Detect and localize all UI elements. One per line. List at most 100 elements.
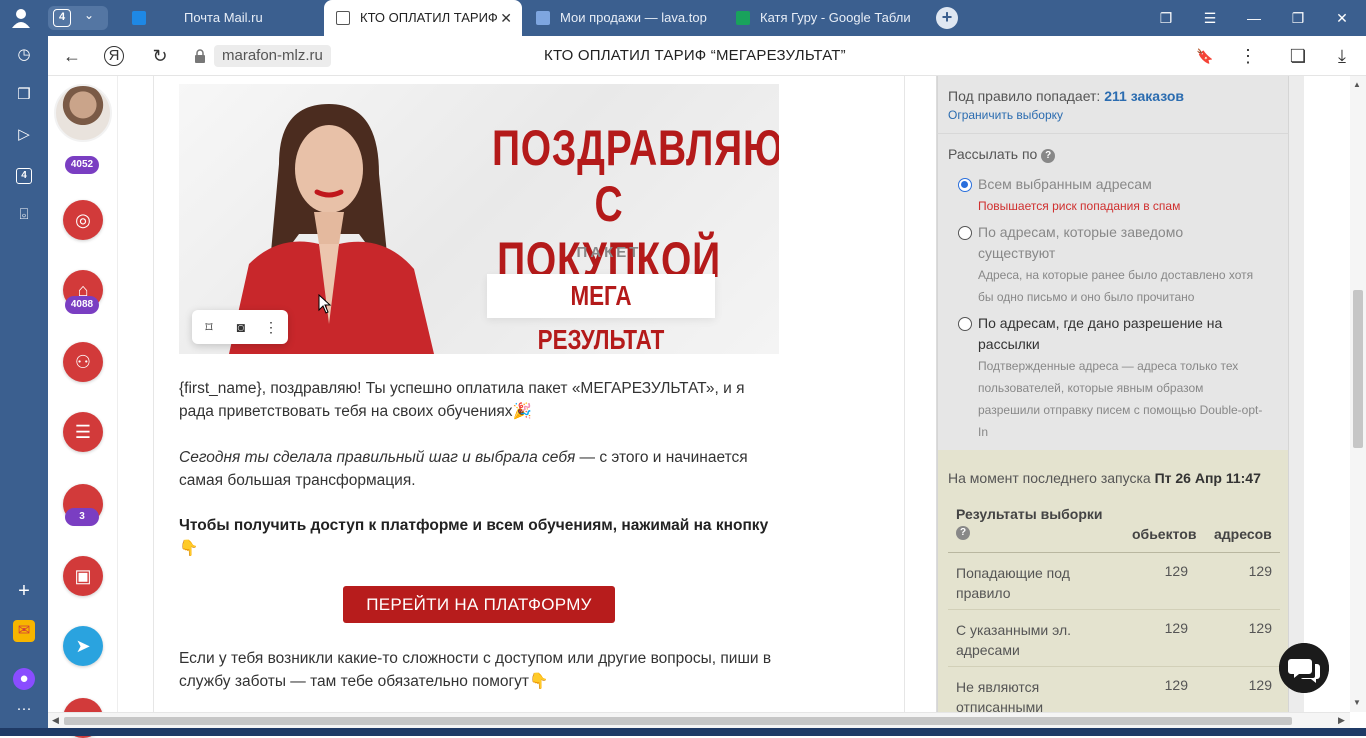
scroll-down-icon[interactable]: ▼ xyxy=(1353,698,1361,707)
minimize-button[interactable]: — xyxy=(1234,0,1274,36)
radio-permitted-addresses[interactable] xyxy=(958,317,972,331)
tab-title: Катя Гуру - Google Табли xyxy=(760,10,911,25)
download-icon[interactable]: ⤓ xyxy=(1330,44,1354,68)
close-icon[interactable]: ✕ xyxy=(500,0,512,36)
results-title: Результаты выборки? xyxy=(956,506,1103,540)
package-name: МЕГА РЕЗУЛЬТАТ xyxy=(537,280,665,354)
table-row: Попадающие под правило 129 129 xyxy=(948,553,1280,610)
back-icon[interactable]: ← xyxy=(60,44,84,68)
row-objects: 129 xyxy=(1164,563,1188,579)
kebab-menu-icon[interactable]: ⋮ xyxy=(260,316,282,338)
send-by-text: Рассылать по xyxy=(948,146,1038,162)
yandex-icon[interactable]: Я xyxy=(104,46,124,66)
badge-count: 4052 xyxy=(65,156,99,174)
tab-active[interactable]: КТО ОПЛАТИЛ ТАРИФ ✕ xyxy=(324,0,522,36)
selection-results-card: На момент последнего запуска Пт 26 Апр 1… xyxy=(937,450,1289,712)
row-objects: 129 xyxy=(1164,677,1188,693)
window-close-button[interactable]: ✕ xyxy=(1322,0,1362,36)
option-note: Подтвержденные адреса — адреса только те… xyxy=(978,359,1263,439)
headline-line-1: ПОЗДРАВЛЯЮ xyxy=(492,120,779,176)
radio-all-addresses[interactable] xyxy=(958,178,972,192)
profile-icon[interactable] xyxy=(10,7,32,29)
new-tab-button[interactable]: + xyxy=(936,7,958,29)
rule-info-card: Под правило попадает: 211 заказов Ограни… xyxy=(937,76,1289,134)
users-icon[interactable]: ⚇ xyxy=(63,342,103,382)
menu-icon[interactable]: ☰ xyxy=(1190,0,1230,36)
badge-count: 4088 xyxy=(65,296,99,314)
send-by-label: Рассылать по ? xyxy=(948,146,1056,163)
help-icon[interactable]: ? xyxy=(1041,149,1056,163)
bookmark-icon[interactable]: ⌑ xyxy=(198,316,220,338)
tab-title: Мои продажи — lava.top xyxy=(560,10,707,25)
option-label: По адресам, где дано разрешение на рассы… xyxy=(978,315,1223,352)
camera-icon[interactable]: ◙ xyxy=(230,316,252,338)
kebab-menu-icon[interactable]: ⋮ xyxy=(1236,44,1260,68)
tab-sheets[interactable]: Катя Гуру - Google Табли xyxy=(724,0,924,36)
history-icon[interactable]: ◷ xyxy=(13,44,35,66)
column-header-objects: обьектов xyxy=(1132,526,1197,542)
tabs-count-icon[interactable]: 4 xyxy=(16,168,32,184)
bookmark-icon[interactable]: 🔖 xyxy=(1196,48,1213,65)
browser-sidebar: ◷ ❒ ▷ 4 ⌻ + ✉ ● ··· xyxy=(0,36,48,728)
row-addresses: 129 xyxy=(1248,677,1272,693)
horizontal-scrollbar[interactable]: ◀ ▶ xyxy=(48,712,1350,728)
chevron-down-icon: ⌄ xyxy=(84,8,95,22)
collections-icon[interactable]: ❐ xyxy=(1146,0,1186,36)
collections-icon[interactable]: ❒ xyxy=(13,84,35,106)
yandex-mail-icon[interactable]: ✉ xyxy=(13,620,35,642)
mail-icon xyxy=(132,11,146,25)
extensions-icon[interactable]: ❏ xyxy=(1286,44,1310,68)
table-row: С указанными эл. адресами 129 129 xyxy=(948,610,1280,667)
image-toolbar: ⌑ ◙ ⋮ xyxy=(192,310,288,344)
banner-headline: ПОЗДРАВЛЯЮ С ПОКУПКОЙ xyxy=(492,120,779,288)
doc-icon xyxy=(336,11,350,25)
help-icon[interactable]: ? xyxy=(956,526,970,540)
more-icon[interactable]: ··· xyxy=(13,698,35,720)
app-sidebar: 4052 ◎ ⌂ 4088 ⚇ ☰ … 3 ▣ ➤ ▪ xyxy=(48,76,118,738)
tab-title: КТО ОПЛАТИЛ ТАРИФ xyxy=(360,10,498,25)
alice-icon[interactable]: ● xyxy=(13,668,35,690)
globe-icon[interactable]: ◎ xyxy=(63,200,103,240)
list-icon[interactable]: ☰ xyxy=(63,412,103,452)
avatar[interactable] xyxy=(54,84,112,142)
tab-lava[interactable]: Мои продажи — lava.top xyxy=(524,0,722,36)
scroll-up-icon[interactable]: ▲ xyxy=(1353,80,1361,89)
scroll-left-icon[interactable]: ◀ xyxy=(52,715,59,726)
url-field[interactable]: marafon-mlz.ru КТО ОПЛАТИЛ ТАРИФ “МЕГАРЕ… xyxy=(186,41,1213,71)
add-icon[interactable]: + xyxy=(13,580,35,602)
tab-counter-button[interactable]: 4 ⌄ xyxy=(48,6,108,30)
email-paragraph: Сегодня ты сделала правильный шаг и выбр… xyxy=(179,446,779,492)
column-header-addresses: адресов xyxy=(1214,526,1272,542)
tab-mail[interactable]: Почта Mail.ru xyxy=(120,0,320,36)
row-label: Попадающие под правило xyxy=(956,565,1070,601)
address-bar: ← Я ↻ marafon-mlz.ru КТО ОПЛАТИЛ ТАРИФ “… xyxy=(48,36,1366,76)
rule-count-line: Под правило попадает: 211 заказов xyxy=(948,88,1184,104)
row-addresses: 129 xyxy=(1248,563,1272,579)
send-by-card: Рассылать по ? Всем выбранным адресам По… xyxy=(937,134,1289,450)
spam-warning: Повышается риск попадания в спам xyxy=(978,199,1181,213)
screenshot-icon[interactable]: ⌻ xyxy=(13,204,35,226)
play-icon[interactable]: ▷ xyxy=(13,124,35,146)
email-paragraph-bold: Чтобы получить доступ к платформе и всем… xyxy=(179,517,769,557)
shopping-bag-icon[interactable]: ▣ xyxy=(63,556,103,596)
rule-count: 211 заказов xyxy=(1104,88,1184,104)
vertical-scrollbar[interactable]: ▲ ▼ xyxy=(1350,76,1366,712)
go-to-platform-button[interactable]: ПЕРЕЙТИ НА ПЛАТФОРМУ xyxy=(343,586,615,623)
restore-button[interactable]: ❐ xyxy=(1278,0,1318,36)
badge-count: 3 xyxy=(65,508,99,526)
scroll-right-icon[interactable]: ▶ xyxy=(1338,715,1345,726)
limit-selection-link[interactable]: Ограничить выборку xyxy=(948,108,1063,122)
reload-icon[interactable]: ↻ xyxy=(148,44,172,68)
browser-tab-strip: 4 ⌄ Почта Mail.ru КТО ОПЛАТИЛ ТАРИФ ✕ Мо… xyxy=(0,0,1366,36)
package-tag: МЕГА РЕЗУЛЬТАТ xyxy=(487,274,715,354)
scrollbar-thumb[interactable] xyxy=(1353,290,1363,448)
radio-existing-addresses[interactable] xyxy=(958,226,972,240)
rule-prefix: Под правило попадает: xyxy=(948,88,1101,104)
sheets-icon xyxy=(736,11,750,25)
scrollbar-thumb[interactable] xyxy=(64,717,1292,725)
telegram-icon[interactable]: ➤ xyxy=(63,626,103,666)
lava-icon xyxy=(536,11,550,25)
chat-widget-button[interactable] xyxy=(1279,643,1329,693)
os-taskbar xyxy=(0,728,1366,736)
headline-line-2: С ПОКУПКОЙ xyxy=(497,176,721,288)
